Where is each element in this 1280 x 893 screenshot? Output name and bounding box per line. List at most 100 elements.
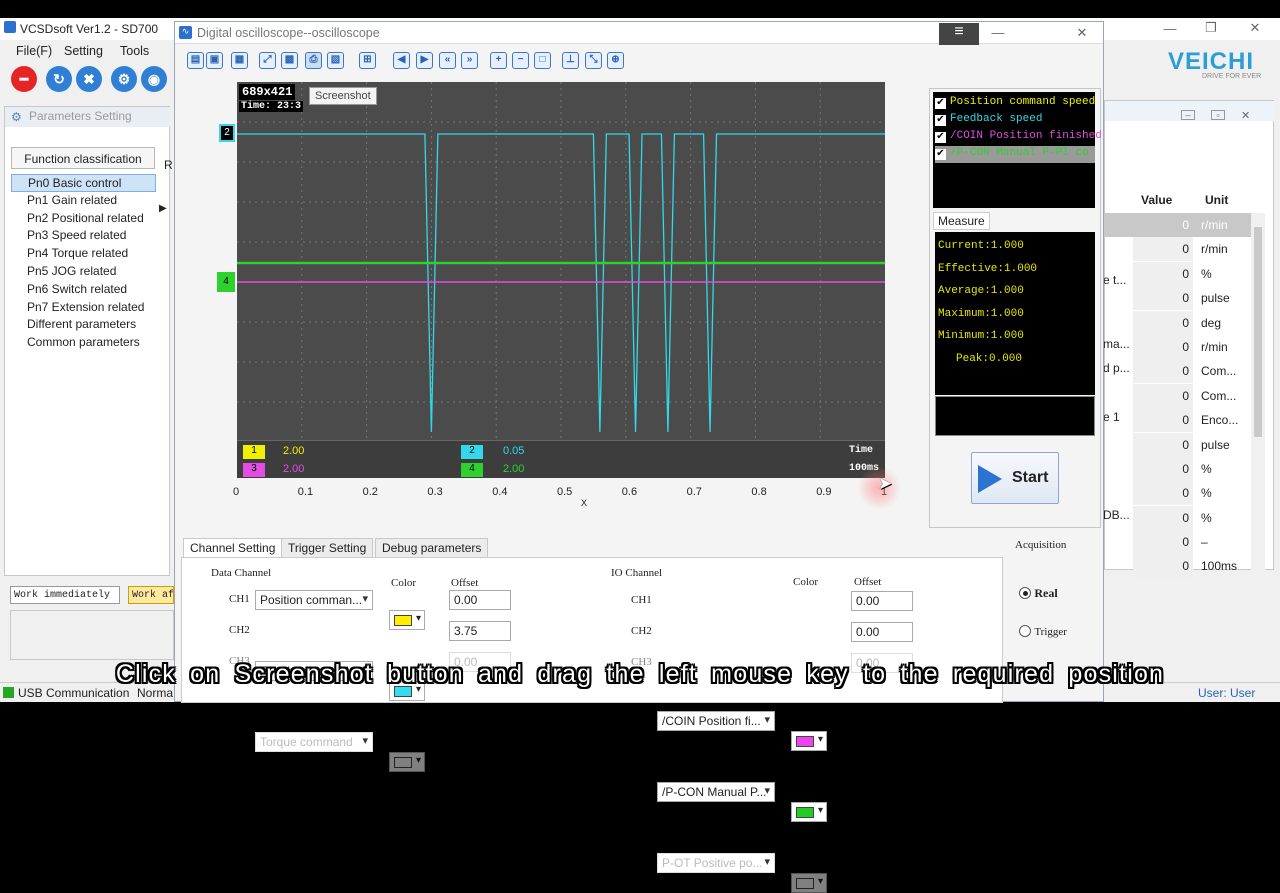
target-icon[interactable]: ⊕ [607, 52, 624, 69]
minimize-icon[interactable]: — [1155, 21, 1185, 36]
table-row[interactable]: 0 pulse [1105, 286, 1265, 311]
table-row[interactable]: 0% [1105, 261, 1265, 286]
ch2-marker[interactable]: 2 [219, 124, 235, 142]
legend-item-3[interactable]: ✔ /P-CON Manual P-PI co [935, 146, 1095, 163]
legend-item-1[interactable]: ✔ Feedback speed [935, 112, 1095, 129]
stop-button[interactable]: ━ [11, 66, 37, 92]
save-icon[interactable]: ▣ [206, 52, 223, 69]
table-scrollbar[interactable] [1251, 213, 1265, 571]
real-radio[interactable]: Real [1019, 586, 1058, 601]
screenshot-icon[interactable]: ⎙ [305, 52, 322, 69]
zoom-fit-icon[interactable]: □ [534, 52, 551, 69]
scope-close-icon[interactable]: ✕ [1067, 25, 1097, 41]
scope-minimize-icon[interactable]: — [983, 25, 1013, 40]
data_rows-signal-select[interactable]: Torque command [255, 732, 373, 752]
expand-icon[interactable]: ⤡ [585, 52, 602, 69]
menu-setting[interactable]: Setting [64, 44, 103, 58]
first-icon[interactable]: « [439, 52, 456, 69]
checkbox-icon[interactable]: ✔ [935, 149, 946, 160]
table-row[interactable]: 0 100ms [1105, 554, 1265, 579]
io_rows-signal-select[interactable]: /COIN Position fi... [657, 711, 775, 731]
panel-minimize-icon[interactable]: – [1181, 110, 1195, 120]
scope-app-icon: ∿ [179, 26, 192, 39]
io_rows-offset-input[interactable]: 0.00 [851, 622, 913, 642]
tab-channel-setting[interactable]: Channel Setting [183, 538, 283, 558]
restore-icon[interactable]: ❐ [1196, 20, 1226, 36]
last-icon[interactable]: » [461, 52, 478, 69]
x-tick-label: 0.6 [621, 486, 638, 498]
ch4-marker[interactable]: 4 [217, 272, 235, 292]
fit-icon[interactable]: ⤢ [259, 52, 276, 69]
table-row[interactable]: 0 Com... [1105, 383, 1265, 408]
scope-plot[interactable]: 689x421 Time: 23:3 Screenshot 1 2.00 2 0… [237, 82, 885, 478]
start-button[interactable]: Start [971, 452, 1059, 504]
table-row[interactable]: 0 r/min [1105, 213, 1265, 238]
tools-button[interactable]: ✖ [76, 66, 102, 92]
checkbox-icon[interactable]: ✔ [935, 98, 946, 109]
print-icon[interactable]: ▦ [231, 52, 248, 69]
work-after-button[interactable]: Work aft [128, 586, 174, 604]
zoom-in-icon[interactable]: + [490, 52, 507, 69]
measure-average: Average:1.000 [938, 285, 1024, 297]
io_rows-color-select[interactable] [791, 802, 827, 822]
io_rows-offset-input[interactable]: 0.00 [851, 591, 913, 611]
work-immediately-button[interactable]: Work immediately [10, 586, 120, 604]
table-row[interactable]: 0 Enco... [1105, 408, 1265, 433]
io_rows-color-select[interactable] [791, 873, 827, 893]
data_rows-signal-select[interactable]: Position comman... [255, 590, 373, 610]
table-row[interactable]: 0% [1105, 456, 1265, 481]
panel-restore-icon[interactable]: ▫ [1211, 110, 1225, 120]
pin-icon[interactable]: ⊥ [562, 52, 579, 69]
right-icon[interactable]: ▶ [416, 52, 433, 69]
refresh-button[interactable]: ↻ [46, 66, 72, 92]
checkbox-icon[interactable]: ✔ [935, 132, 946, 143]
nav-item-7[interactable]: Pn7 Extension related [11, 299, 156, 317]
grid-icon[interactable]: ▩ [281, 52, 298, 69]
legend-item-2[interactable]: ✔ /COIN Position finished [935, 129, 1102, 146]
x-tick-label: 0.2 [362, 486, 378, 498]
nav-item-1[interactable]: Pn1 Gain related [11, 192, 156, 210]
nav-item-5[interactable]: Pn5 JOG related [11, 263, 156, 281]
scope-toolbar: ▤ ▣ ▦ ⤢ ▩ ⎙ ▧ ⊞ ◀ ▶ « » + − □ ⊥ ⤡ ⊕ [187, 51, 637, 71]
panel-close-icon[interactable]: ✕ [1241, 109, 1250, 122]
tab-debug-parameters[interactable]: Debug parameters [375, 538, 489, 558]
nav-item-8[interactable]: Different parameters [11, 316, 156, 334]
tab-trigger-setting[interactable]: Trigger Setting [281, 538, 374, 558]
table-row[interactable]: 0– [1105, 530, 1265, 555]
nav-item-6[interactable]: Pn6 Switch related [11, 281, 156, 299]
menu-file[interactable]: File(F) [16, 44, 52, 58]
row-unit: % [1201, 486, 1212, 501]
data_rows-offset-input[interactable]: 3.75 [449, 621, 511, 641]
zoom-out-icon[interactable]: − [512, 52, 529, 69]
data_rows-color-select[interactable] [389, 610, 425, 630]
nav-item-3[interactable]: Pn3 Speed related [11, 227, 156, 245]
nav-item-2[interactable]: Pn2 Positional related [11, 210, 156, 228]
table-row[interactable]: 0% [1105, 481, 1265, 506]
layout-icon[interactable]: ⊞ [359, 52, 376, 69]
data_rows-offset-input[interactable]: 0.00 [449, 590, 511, 610]
monitor-button[interactable]: ◉ [141, 66, 167, 92]
open-icon[interactable]: ▤ [187, 52, 204, 69]
legend-item-0[interactable]: ✔ Position command speed [935, 95, 1095, 112]
io_rows-color-select[interactable] [791, 731, 827, 751]
close-icon[interactable]: ✕ [1240, 20, 1270, 36]
checkbox-icon[interactable]: ✔ [935, 115, 946, 126]
data_rows-color-select[interactable] [389, 752, 425, 772]
table-row[interactable]: 0 r/min [1105, 237, 1265, 262]
menu-tools[interactable]: Tools [120, 44, 149, 58]
menu-icon[interactable]: ≡ [939, 23, 979, 45]
nav-item-9[interactable]: Common parameters [11, 334, 156, 352]
io_rows-signal-select[interactable]: P-OT Positive po... [657, 853, 775, 873]
row-value: 0 [1133, 237, 1193, 262]
io_rows-signal-select[interactable]: /P-CON Manual P... [657, 782, 775, 802]
nav-item-0[interactable]: Pn0 Basic control [11, 174, 156, 192]
function-classification-button[interactable]: Function classification [11, 147, 155, 169]
table-row[interactable]: 0 deg [1105, 310, 1265, 335]
measure-tab[interactable]: Measure [933, 212, 990, 230]
nav-item-4[interactable]: Pn4 Torque related [11, 245, 156, 263]
left-icon[interactable]: ◀ [393, 52, 410, 69]
trigger-radio[interactable]: Trigger [1019, 624, 1067, 638]
table-row[interactable]: 0 pulse [1105, 432, 1265, 457]
image-icon[interactable]: ▧ [327, 52, 344, 69]
settings-button[interactable]: ⚙ [111, 66, 137, 92]
